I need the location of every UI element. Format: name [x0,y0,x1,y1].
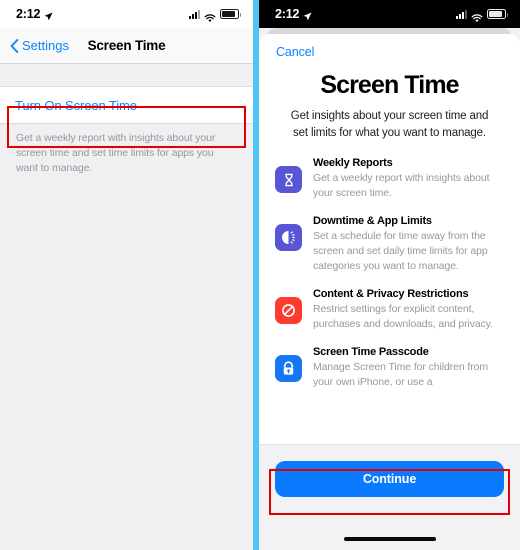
location-arrow-icon [303,10,312,20]
cancel-button[interactable]: Cancel [259,34,314,59]
feature-text: Downtime & App Limits Set a schedule for… [313,214,506,274]
right-phone-screen: 2:12 Cancel Screen Time Get insights abo… [259,0,520,550]
screen-time-modal-sheet: Cancel Screen Time Get insights about yo… [259,34,520,550]
feature-description: Restrict settings for explicit content, … [313,303,493,330]
left-status-time: 2:12 [16,7,41,21]
feature-text: Screen Time Passcode Manage Screen Time … [313,345,506,390]
hourglass-icon [275,166,302,193]
wifi-icon [471,10,483,22]
modal-sheet-stack: Cancel Screen Time Get insights about yo… [259,28,520,550]
lock-icon [275,355,302,382]
left-status-bar: 2:12 [0,0,253,28]
battery-icon [220,9,241,19]
left-phone-screen: 2:12 Settings Screen Time Turn On Screen… [0,0,253,550]
feature-list: Weekly Reports Get a weekly report with … [259,156,520,390]
feature-item-downtime-app-limits: Downtime & App Limits Set a schedule for… [275,214,506,274]
feature-description: Manage Screen Time for children from you… [313,361,488,388]
left-navigation-bar: Settings Screen Time [0,28,253,64]
back-button-settings[interactable]: Settings [10,38,69,53]
right-status-bar: 2:12 [259,0,520,28]
downtime-moon-icon [275,224,302,251]
chevron-left-icon [10,38,19,53]
feature-text: Weekly Reports Get a weekly report with … [313,156,506,201]
turn-on-screen-time-label: Turn On Screen Time [15,97,137,113]
feature-name: Screen Time Passcode [313,346,429,358]
cellular-bars-icon [456,9,467,19]
screen-time-footer-note: Get a weekly report with insights about … [16,132,216,174]
location-arrow-icon [44,10,53,20]
feature-item-weekly-reports: Weekly Reports Get a weekly report with … [275,156,506,201]
cellular-bars-icon [189,9,200,19]
sheet-subtitle: Get insights about your screen time and … [290,110,489,139]
left-content-area: Turn On Screen Time Get a weekly report … [0,86,253,550]
continue-button[interactable]: Continue [275,461,504,497]
battery-icon [487,9,508,19]
feature-description: Set a schedule for time away from the sc… [313,230,488,272]
feature-item-content-privacy-restrictions: Content & Privacy Restrictions Restrict … [275,287,506,332]
feature-item-screen-time-passcode: Screen Time Passcode Manage Screen Time … [275,345,506,390]
feature-name: Downtime & App Limits [313,215,432,227]
back-button-label: Settings [22,38,69,53]
feature-name: Content & Privacy Restrictions [313,288,469,300]
feature-text: Content & Privacy Restrictions Restrict … [313,287,506,332]
left-status-time-group: 2:12 [16,7,53,21]
sheet-title: Screen Time [320,71,459,99]
sheet-bottom-bar: Continue [259,444,520,550]
turn-on-screen-time-row[interactable]: Turn On Screen Time [0,86,253,124]
prohibition-icon [275,297,302,324]
dual-phone-screenshot: 2:12 Settings Screen Time Turn On Screen… [0,0,520,550]
right-status-indicators [456,9,508,22]
feature-name: Weekly Reports [313,157,393,169]
right-status-time: 2:12 [275,7,300,21]
left-status-indicators [189,9,241,22]
wifi-icon [204,10,216,22]
right-status-time-group: 2:12 [275,7,312,21]
home-indicator [343,537,436,541]
feature-description: Get a weekly report with insights about … [313,172,490,199]
